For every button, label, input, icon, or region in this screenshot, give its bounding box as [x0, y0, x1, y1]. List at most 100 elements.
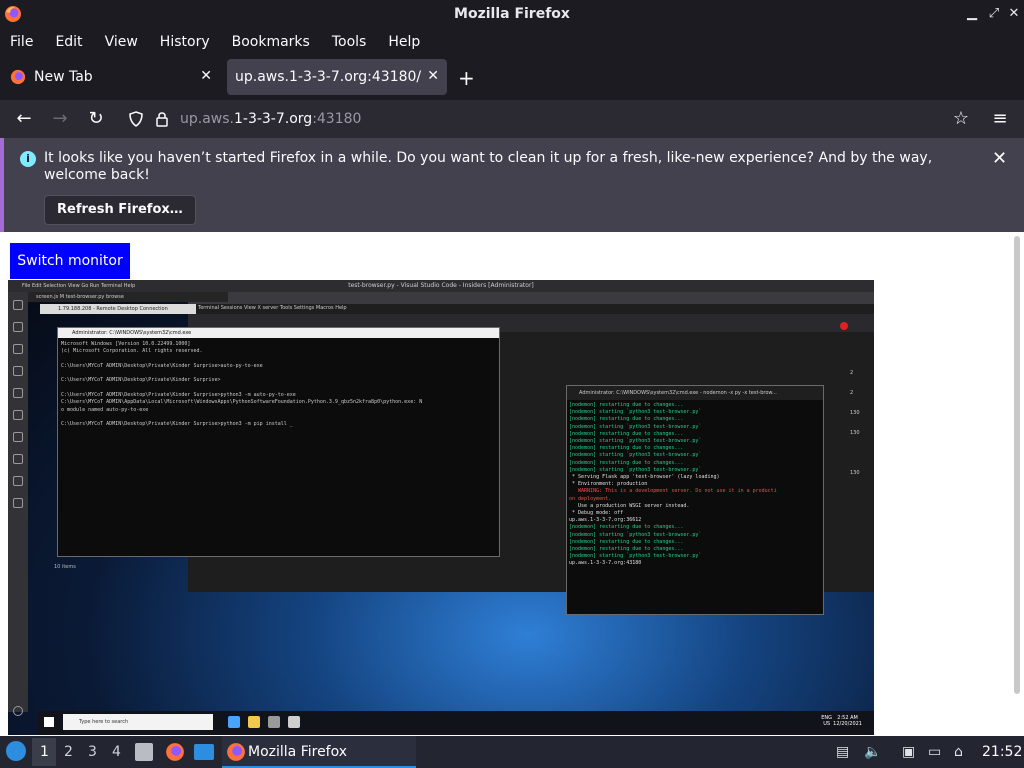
display-icon[interactable]: ▭ — [928, 744, 941, 760]
exit-icon — [840, 322, 848, 330]
close-window-icon[interactable]: ✕ — [1004, 4, 1024, 24]
hamburger-menu-icon[interactable]: ≡ — [988, 107, 1012, 131]
nodemon-line: on deployment. — [569, 495, 612, 502]
network-icon[interactable]: ⌂ — [954, 744, 963, 760]
vscode-title: test-browser.py - Visual Studio Code - I… — [8, 280, 874, 292]
edge-icon — [228, 716, 240, 728]
menu-file[interactable]: File — [10, 34, 33, 50]
navigation-toolbar: ← → ↻ up.aws.1-3-3-7.org:43180 ☆ ≡ — [0, 100, 1024, 138]
nodemon-line: [nodemon] starting `python3 test-browser… — [569, 452, 702, 459]
file-manager-icon[interactable] — [135, 743, 153, 761]
switch-monitor-button[interactable]: Switch monitor — [9, 242, 131, 280]
page-content: Switch monitor BABGY 2.0 Terminal Sessio… — [0, 232, 1024, 736]
window-titlebar: Mozilla Firefox ▁ ⤢ ✕ — [0, 0, 1024, 28]
notifications-icon[interactable]: ▤ — [836, 744, 849, 760]
maximize-icon[interactable]: ⤢ — [984, 4, 1004, 24]
nodemon-line: [nodemon] starting `python3 test-browser… — [569, 409, 702, 416]
cmd-line: C:\Users\MYCoT ADMIN\Desktop\Private\Kin… — [61, 377, 221, 384]
menu-bar: File Edit View History Bookmarks Tools H… — [0, 28, 1024, 56]
cmd-window: Administrator: C:\WINDOWS\system32\cmd.e… — [57, 327, 500, 557]
nodemon-line: [nodemon] restarting due to changes... — [569, 416, 684, 423]
workspace-3[interactable]: 3 — [88, 744, 97, 760]
search-icon — [13, 322, 23, 332]
page-scrollbar[interactable] — [1014, 236, 1020, 694]
nodemon-line: [nodemon] starting `python3 test-browser… — [569, 553, 702, 560]
docker-icon — [13, 454, 23, 464]
notification-close-icon[interactable]: ✕ — [992, 148, 1007, 169]
windows-search-box: Type here to search — [63, 714, 213, 730]
bookmark-star-icon[interactable]: ☆ — [949, 107, 973, 131]
run-icon — [13, 366, 23, 376]
workspace-2[interactable]: 2 — [64, 744, 73, 760]
menu-help[interactable]: Help — [388, 34, 420, 50]
tab-label: New Tab — [34, 69, 93, 85]
side-number: 130 — [850, 470, 860, 476]
mobaxterm-title: BABGY 2.0 — [188, 292, 874, 304]
url-text[interactable]: up.aws.1-3-3-7.org:43180 — [180, 111, 361, 127]
window-switcher-icon[interactable] — [194, 744, 214, 760]
cmd-line: C:\Users\MYCoT ADMIN\Desktop\Private\Kin… — [61, 421, 293, 428]
cmd-line: o module named auto-py-to-exe — [61, 406, 149, 413]
workspace-1[interactable]: 1 — [40, 744, 49, 760]
taskbar-firefox[interactable]: Mozilla Firefox — [222, 736, 416, 768]
panel-clock[interactable]: 21:52 — [982, 744, 1022, 760]
nodemon-line: [nodemon] starting `python3 test-browser… — [569, 438, 702, 445]
menu-bookmarks[interactable]: Bookmarks — [232, 34, 310, 50]
mobaxterm-menu: Terminal Sessions View X server Tools Se… — [198, 305, 347, 311]
workspace-4[interactable]: 4 — [112, 744, 121, 760]
vscode-activity-bar — [8, 292, 28, 716]
explorer-icon — [13, 300, 23, 310]
tab-close-icon[interactable]: ✕ — [200, 68, 212, 84]
tab-new-tab[interactable]: New Tab ✕ — [4, 59, 220, 95]
menu-edit[interactable]: Edit — [55, 34, 82, 50]
firefox-tab-icon — [10, 69, 26, 85]
forward-arrow-icon[interactable]: → — [48, 107, 72, 131]
file-explorer-icon — [248, 716, 260, 728]
account-icon — [13, 706, 23, 716]
reload-icon[interactable]: ↻ — [84, 107, 108, 131]
terminal-icon — [268, 716, 280, 728]
firefox-launcher-icon[interactable] — [165, 742, 185, 762]
minimize-icon[interactable]: ▁ — [962, 4, 982, 24]
windows-language: ENG US — [821, 715, 832, 727]
volume-icon[interactable]: 🔈 — [864, 744, 881, 760]
tab-strip: New Tab ✕ up.aws.1-3-3-7.org:43180/ ✕ + — [0, 56, 1024, 100]
refresh-firefox-button[interactable]: Refresh Firefox… — [44, 195, 196, 225]
tab-label: up.aws.1-3-3-7.org:43180/ — [235, 69, 422, 85]
window-title: Mozilla Firefox — [454, 6, 570, 22]
menu-tools[interactable]: Tools — [332, 34, 367, 50]
new-tab-plus-icon[interactable]: + — [458, 66, 475, 90]
menu-history[interactable]: History — [160, 34, 210, 50]
windows-taskbar: Type here to search ENG US 2:52 AM 12/20/2… — [38, 711, 874, 735]
testing-icon — [13, 432, 23, 442]
nodemon-window: Administrator: C:\WINDOWS\system32\cmd.e… — [566, 385, 824, 615]
nodemon-line: * Serving Flask app 'test-browser' (lazy… — [569, 474, 720, 481]
windows-start-icon — [44, 717, 54, 727]
tab-close-icon[interactable]: ✕ — [427, 68, 439, 84]
back-arrow-icon[interactable]: ← — [12, 107, 36, 131]
nodemon-line: [nodemon] restarting due to changes... — [569, 445, 684, 452]
refresh-notification-bar: i It looks like you haven’t started Fire… — [0, 138, 1024, 232]
desktop-panel: 1 2 3 4 Mozilla Firefox ▤ 🔈 ▣ ▭ ⌂ 21:52 — [0, 736, 1024, 768]
remote-desktop-connection-bar: 1.79.188.208 - Remote Desktop Connection — [40, 304, 196, 314]
windows-clock: 2:52 AM 12/20/2021 — [833, 715, 862, 727]
remote-desktop-screenshot[interactable]: BABGY 2.0 Terminal Sessions View X serve… — [8, 280, 874, 735]
start-menu-icon[interactable] — [6, 741, 26, 761]
shield-icon[interactable] — [128, 111, 144, 127]
lock-icon[interactable] — [155, 111, 169, 127]
nodemon-line: [nodemon] starting `python3 test-browser… — [569, 423, 702, 430]
nodemon-line: [nodemon] restarting due to changes... — [569, 524, 684, 531]
nodemon-line: up.aws.1-3-3-7.org:36612 — [569, 517, 642, 524]
cmd-line: (c) Microsoft Corporation. All rights re… — [61, 348, 203, 355]
clipboard-icon[interactable]: ▣ — [902, 744, 915, 760]
cmd-line — [61, 356, 496, 363]
nodemon-line: up.aws.1-3-3-7.org:43180 — [569, 560, 642, 567]
live-share-icon — [13, 476, 23, 486]
side-number: 2 — [850, 370, 854, 376]
cmd-line: Microsoft Windows [Version 10.0.22499.10… — [61, 341, 191, 347]
firefox-task-icon — [227, 743, 245, 761]
menu-view[interactable]: View — [105, 34, 138, 50]
nodemon-line: [nodemon] restarting due to changes... — [569, 459, 684, 466]
tab-active-page[interactable]: up.aws.1-3-3-7.org:43180/ ✕ — [227, 59, 447, 95]
url-bar[interactable]: up.aws.1-3-3-7.org:43180 — [118, 104, 980, 134]
